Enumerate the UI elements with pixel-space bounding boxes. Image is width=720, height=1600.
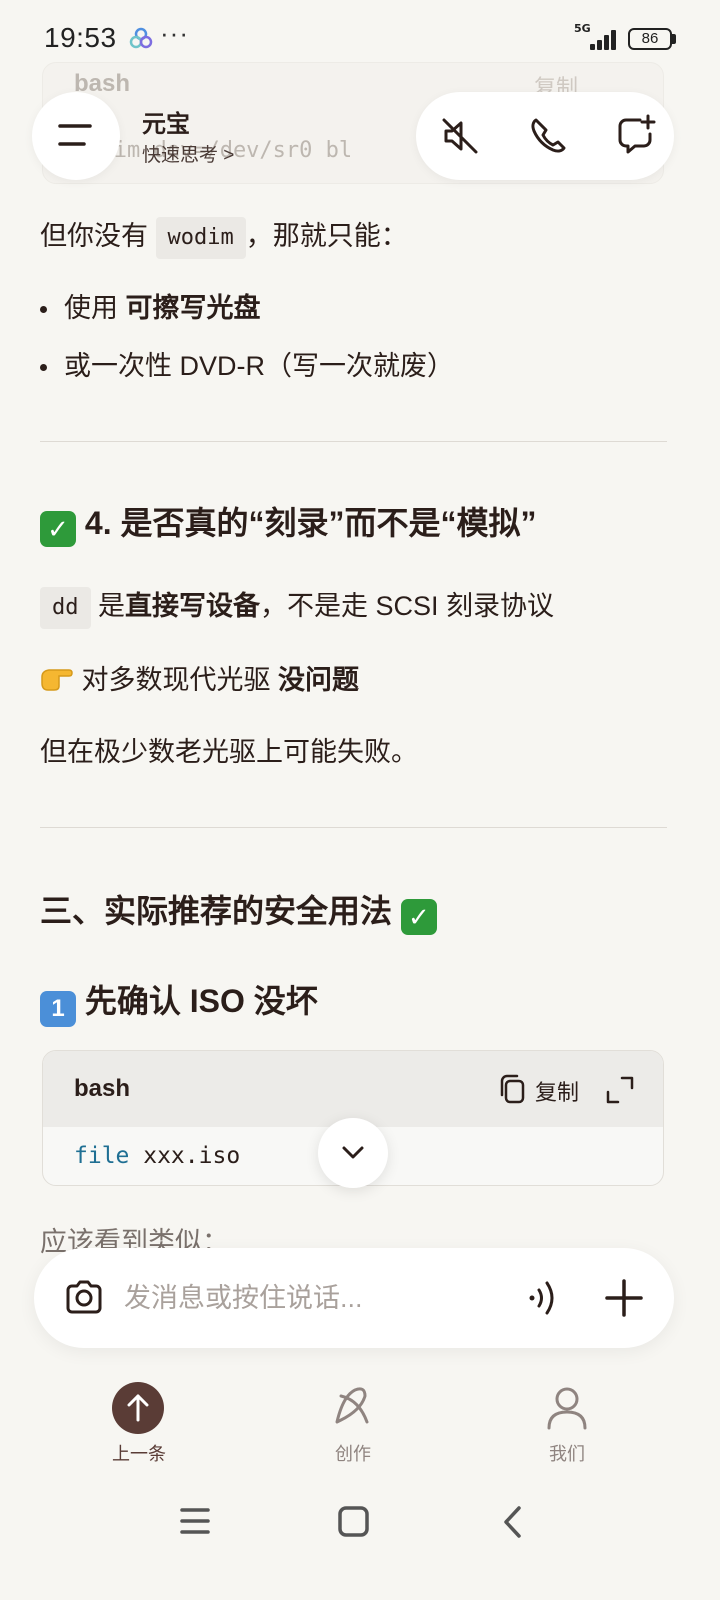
mute-icon[interactable] [438,114,482,158]
menu-button[interactable] [32,92,120,180]
copy-label: 复制 [535,1080,580,1105]
signal-icon: 5G [574,22,616,50]
new-chat-icon[interactable] [614,114,658,158]
nav-create[interactable]: 创作 [293,1382,413,1466]
back-icon[interactable] [492,1500,536,1544]
nav-us[interactable]: 我们 [507,1382,627,1466]
message-input[interactable] [124,1276,504,1320]
section-heading-4: ✓ 4. 是否真的“刻录”而不是“模拟” [40,498,536,547]
nav-previous[interactable]: 上一条 [79,1382,199,1466]
add-icon[interactable] [604,1278,644,1323]
status-more-icon: ··· [160,18,189,48]
battery-tip [672,34,676,44]
code-line: file xxx.iso [74,1143,241,1169]
bullet-rewritable: 使用 可擦写光盘 [64,293,261,323]
phone-icon[interactable] [526,114,570,158]
battery-level: 86 [641,30,659,47]
keycap-one-icon: 1 [40,991,76,1027]
inline-code: dd [40,586,91,629]
copy-icon [500,1074,525,1104]
arrow-up-icon [112,1382,164,1434]
voice-icon[interactable] [524,1278,564,1323]
check-icon: ✓ [400,899,437,935]
thinking-mode-toggle[interactable]: 快速思考 > [142,140,234,167]
status-time: 19:53 [44,22,117,53]
bullet-dot [40,364,47,371]
paragraph-old-drives: 但在极少数老光驱上可能失败。 [40,737,418,767]
chevron-down-icon [342,1146,364,1159]
home-icon[interactable] [332,1500,376,1544]
nav-label: 我们 [549,1444,585,1464]
message-input-bar [34,1248,674,1348]
inline-code: wodim [155,216,246,259]
nav-label: 上一条 [112,1444,166,1464]
step-heading-1: 1 先确认 ISO 没坏 [40,976,318,1027]
copy-button[interactable]: 复制 [497,1073,579,1105]
paragraph-no-wodim: 但你没有 wodim ，那就只能： [40,216,408,259]
paragraph-modern-drives: 对多数现代光驱 没问题 [40,660,359,700]
scroll-to-bottom-button[interactable] [318,1118,388,1188]
paragraph-dd: dd 是直接写设备，不是走 SCSI 刻录协议 [40,586,554,629]
divider [40,441,667,442]
code-block-header: bash 复制 [43,1051,663,1127]
nav-label: 创作 [335,1444,371,1464]
divider [40,827,667,828]
recent-apps-icon[interactable] [174,1500,218,1544]
bullet-dot [40,306,47,313]
bullet-dvd-r: 或一次性 DVD-R（写一次就废） [64,351,454,381]
pointing-hand-icon [41,669,73,691]
check-icon: ✓ [40,511,76,547]
battery-icon: 86 [628,28,672,50]
code-language: bash [74,1075,131,1102]
header-actions [416,92,674,180]
app-notification-icon [128,26,154,52]
section-heading-3: 三、实际推荐的安全用法 ✓ [40,886,437,935]
bot-title[interactable]: 元宝 [142,104,190,139]
create-icon [335,1387,369,1424]
camera-icon[interactable] [62,1276,106,1325]
menu-icon [58,124,92,146]
expand-icon[interactable] [605,1075,635,1105]
person-icon [547,1387,587,1430]
